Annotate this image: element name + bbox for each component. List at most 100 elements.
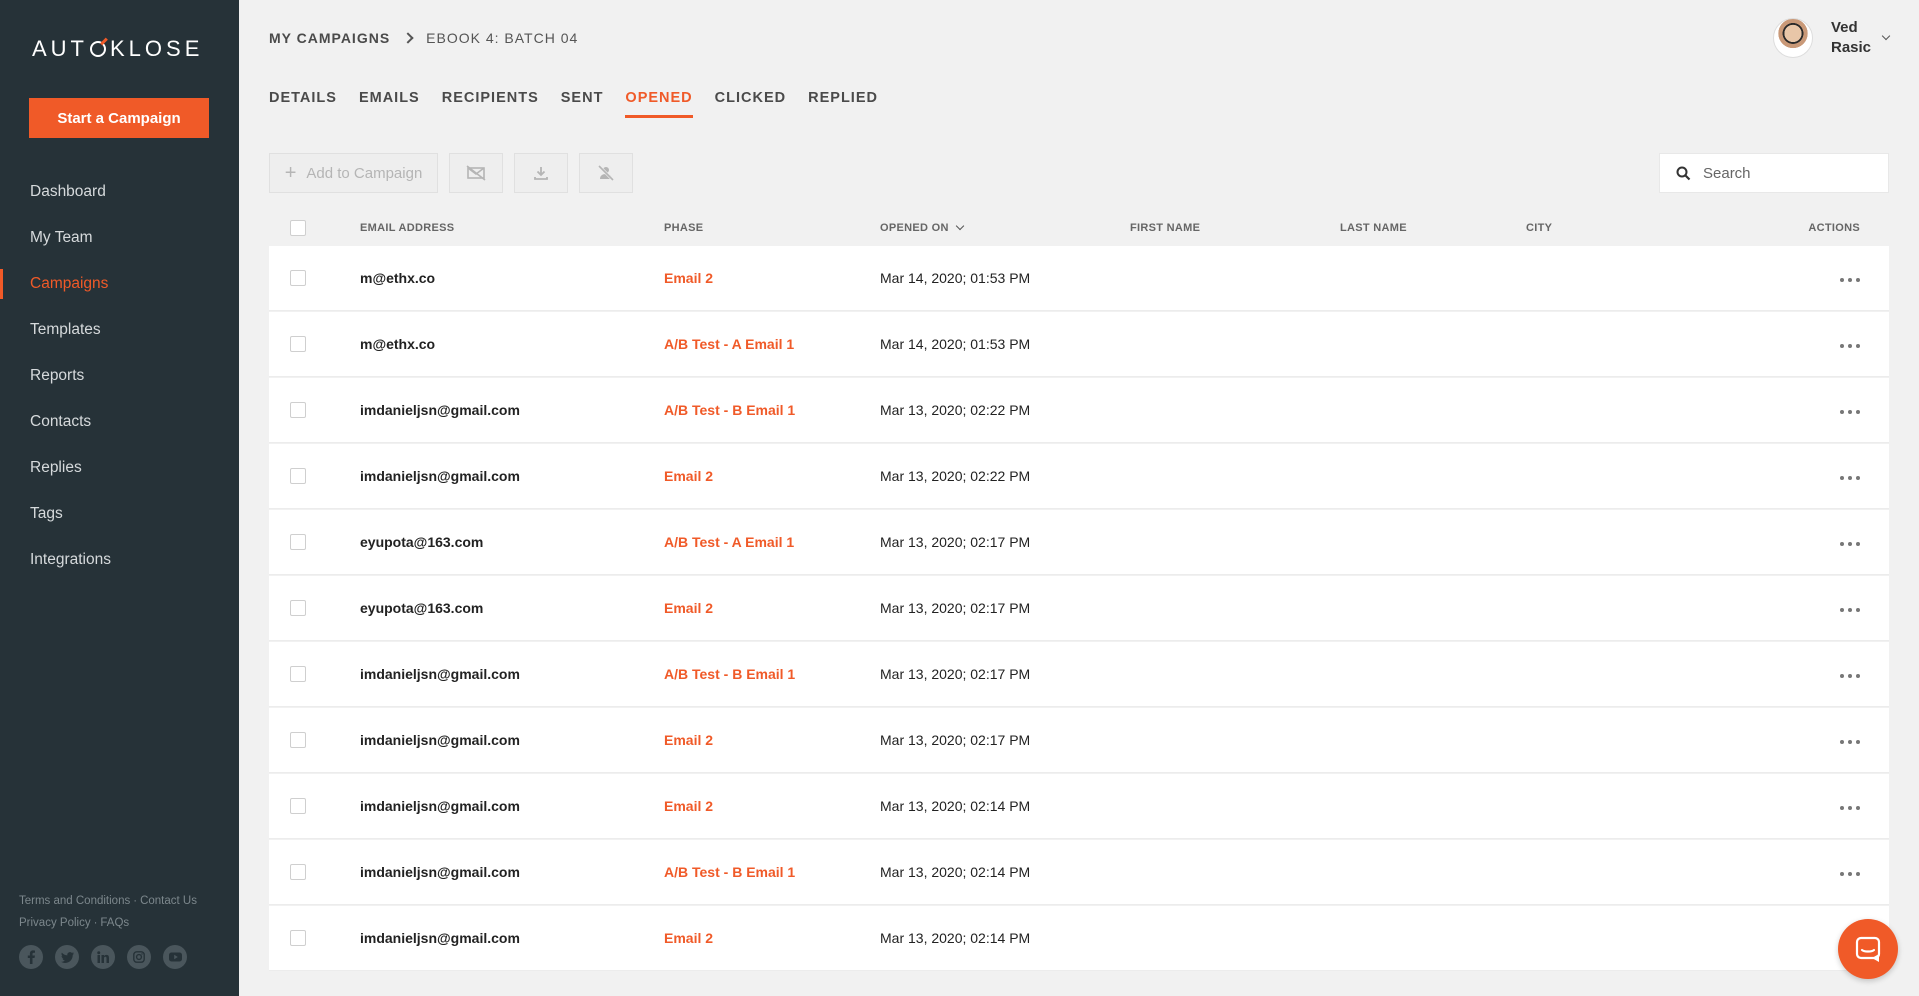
table-row[interactable]: m@ethx.co A/B Test - A Email 1 Mar 14, 202… xyxy=(269,312,1889,377)
email-cell[interactable]: imdanieljsn@gmail.com xyxy=(360,864,664,880)
column-email-header[interactable]: EMAIL ADDRESS xyxy=(360,222,664,234)
phase-cell[interactable]: A/B Test - A Email 1 xyxy=(664,534,880,550)
email-cell[interactable]: imdanieljsn@gmail.com xyxy=(360,402,664,418)
table-row[interactable]: m@ethx.co Email 2 Mar 14, 2020; 01:53 PM xyxy=(269,246,1889,311)
sidebar-item-tags[interactable]: Tags xyxy=(0,491,239,537)
more-actions-icon[interactable] xyxy=(1840,476,1860,480)
user-name[interactable]: Ved Rasic xyxy=(1831,18,1875,58)
email-cell[interactable]: eyupota@163.com xyxy=(360,534,664,550)
instagram-icon[interactable] xyxy=(127,945,151,969)
breadcrumb-my-campaigns[interactable]: MY CAMPAIGNS xyxy=(269,30,390,46)
more-actions-icon[interactable] xyxy=(1840,542,1860,546)
phase-cell[interactable]: Email 2 xyxy=(664,270,880,286)
youtube-icon[interactable] xyxy=(163,945,187,969)
autoklose-logo[interactable]: AUT KLOSE xyxy=(32,36,203,62)
phase-cell[interactable]: Email 2 xyxy=(664,930,880,946)
tab-clicked[interactable]: CLICKED xyxy=(715,90,786,118)
sidebar-item-integrations[interactable]: Integrations xyxy=(0,537,239,583)
sidebar-item-campaigns[interactable]: Campaigns xyxy=(0,261,239,307)
table-row[interactable]: imdanieljsn@gmail.com Email 2 Mar 13, 2020… xyxy=(269,708,1889,773)
table-row[interactable]: imdanieljsn@gmail.com Email 2 Mar 13, 2020… xyxy=(269,444,1889,509)
tab-opened[interactable]: OPENED xyxy=(625,90,693,118)
phase-cell[interactable]: Email 2 xyxy=(664,468,880,484)
search-input[interactable] xyxy=(1703,164,1873,182)
sidebar-item-my-team[interactable]: My Team xyxy=(0,215,239,261)
column-city-header[interactable]: CITY xyxy=(1526,222,1726,234)
select-all-checkbox[interactable] xyxy=(290,220,306,236)
tab-sent[interactable]: SENT xyxy=(561,90,604,118)
row-checkbox[interactable] xyxy=(290,864,306,880)
email-cell[interactable]: imdanieljsn@gmail.com xyxy=(360,930,664,946)
remove-recipient-button[interactable] xyxy=(579,153,633,193)
more-actions-icon[interactable] xyxy=(1840,344,1860,348)
phase-cell[interactable]: Email 2 xyxy=(664,732,880,748)
row-checkbox[interactable] xyxy=(290,336,306,352)
phase-cell[interactable]: A/B Test - B Email 1 xyxy=(664,402,880,418)
tab-emails[interactable]: EMAILS xyxy=(359,90,420,118)
twitter-icon[interactable] xyxy=(55,945,79,969)
email-cell[interactable]: imdanieljsn@gmail.com xyxy=(360,468,664,484)
column-phase-header[interactable]: PHASE xyxy=(664,222,880,234)
table-row[interactable]: imdanieljsn@gmail.com Email 2 Mar 13, 2020… xyxy=(269,774,1889,839)
facebook-icon[interactable] xyxy=(19,945,43,969)
more-actions-icon[interactable] xyxy=(1840,740,1860,744)
more-actions-icon[interactable] xyxy=(1840,806,1860,810)
sidebar-item-templates[interactable]: Templates xyxy=(0,307,239,353)
tab-replied[interactable]: REPLIED xyxy=(808,90,878,118)
add-to-campaign-button[interactable]: + Add to Campaign xyxy=(269,153,438,193)
row-checkbox[interactable] xyxy=(290,930,306,946)
table-row[interactable]: imdanieljsn@gmail.com A/B Test - B Email … xyxy=(269,378,1889,443)
column-first-name-header[interactable]: FIRST NAME xyxy=(1130,222,1340,234)
avatar[interactable] xyxy=(1773,18,1813,58)
phase-cell[interactable]: A/B Test - A Email 1 xyxy=(664,336,880,352)
chevron-down-icon[interactable] xyxy=(1881,31,1891,41)
phase-cell[interactable]: Email 2 xyxy=(664,798,880,814)
phase-cell[interactable]: A/B Test - B Email 1 xyxy=(664,666,880,682)
more-actions-icon[interactable] xyxy=(1840,410,1860,414)
column-opened-header[interactable]: OPENED ON xyxy=(880,221,1130,234)
sidebar-item-dashboard[interactable]: Dashboard xyxy=(0,169,239,215)
email-cell[interactable]: m@ethx.co xyxy=(360,270,664,286)
row-checkbox[interactable] xyxy=(290,402,306,418)
phase-cell[interactable]: Email 2 xyxy=(664,600,880,616)
row-checkbox[interactable] xyxy=(290,732,306,748)
more-actions-icon[interactable] xyxy=(1840,674,1860,678)
privacy-link[interactable]: Privacy Policy xyxy=(19,917,91,929)
row-checkbox[interactable] xyxy=(290,798,306,814)
terms-link[interactable]: Terms and Conditions xyxy=(19,895,130,907)
user-menu[interactable]: Ved Rasic xyxy=(1773,18,1891,58)
more-actions-icon[interactable] xyxy=(1840,872,1860,876)
phase-cell[interactable]: A/B Test - B Email 1 xyxy=(664,864,880,880)
start-campaign-button[interactable]: Start a Campaign xyxy=(29,98,209,138)
table-row[interactable]: imdanieljsn@gmail.com A/B Test - B Email … xyxy=(269,642,1889,707)
tab-recipients[interactable]: RECIPIENTS xyxy=(442,90,539,118)
table-row[interactable]: eyupota@163.com Email 2 Mar 13, 2020; 02:1… xyxy=(269,576,1889,641)
export-button[interactable] xyxy=(514,153,568,193)
search-box[interactable] xyxy=(1659,153,1889,193)
email-cell[interactable]: imdanieljsn@gmail.com xyxy=(360,798,664,814)
table-row[interactable]: eyupota@163.com A/B Test - A Email 1 Mar 1… xyxy=(269,510,1889,575)
row-checkbox[interactable] xyxy=(290,666,306,682)
row-checkbox[interactable] xyxy=(290,600,306,616)
more-actions-icon[interactable] xyxy=(1840,278,1860,282)
sidebar-item-contacts[interactable]: Contacts xyxy=(0,399,239,445)
table-row[interactable]: imdanieljsn@gmail.com Email 2 Mar 13, 2020… xyxy=(269,906,1889,971)
sidebar-item-reports[interactable]: Reports xyxy=(0,353,239,399)
table-row[interactable]: imdanieljsn@gmail.com A/B Test - B Email … xyxy=(269,840,1889,905)
row-checkbox[interactable] xyxy=(290,270,306,286)
unsubscribe-email-button[interactable] xyxy=(449,153,503,193)
tab-details[interactable]: DETAILS xyxy=(269,90,337,118)
row-checkbox[interactable] xyxy=(290,534,306,550)
sidebar-item-replies[interactable]: Replies xyxy=(0,445,239,491)
contact-link[interactable]: Contact Us xyxy=(140,895,197,907)
faqs-link[interactable]: FAQs xyxy=(100,917,129,929)
column-last-name-header[interactable]: LAST NAME xyxy=(1340,222,1526,234)
email-cell[interactable]: imdanieljsn@gmail.com xyxy=(360,666,664,682)
more-actions-icon[interactable] xyxy=(1840,608,1860,612)
email-cell[interactable]: eyupota@163.com xyxy=(360,600,664,616)
linkedin-icon[interactable] xyxy=(91,945,115,969)
email-cell[interactable]: m@ethx.co xyxy=(360,336,664,352)
row-checkbox[interactable] xyxy=(290,468,306,484)
email-cell[interactable]: imdanieljsn@gmail.com xyxy=(360,732,664,748)
chat-widget-button[interactable] xyxy=(1838,919,1898,979)
